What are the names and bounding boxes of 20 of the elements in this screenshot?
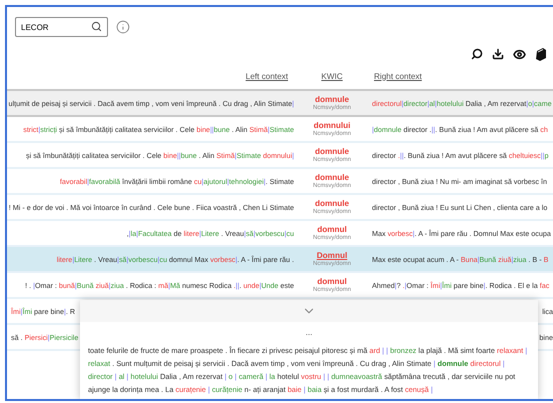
keyword: domnul — [317, 276, 347, 286]
search-icon — [91, 21, 102, 32]
keyword: domnule — [314, 146, 350, 156]
keyword: domnule — [314, 94, 350, 104]
column-header[interactable]: KWIC — [321, 72, 343, 80]
ellipsis[interactable]: ... — [306, 328, 312, 337]
column-header[interactable]: Right context — [374, 72, 422, 80]
eye-button[interactable] — [513, 48, 526, 60]
keyword: domnului — [314, 120, 350, 130]
download-button[interactable] — [492, 48, 504, 60]
book-button[interactable] — [535, 48, 547, 60]
book-icon — [535, 48, 547, 60]
search-button[interactable] — [471, 48, 483, 60]
search-field[interactable]: LECOR — [15, 17, 108, 37]
info-icon[interactable] — [116, 20, 130, 34]
keyword: domnule — [314, 172, 350, 182]
keyword: domnule — [314, 198, 350, 208]
keyword: Domnul — [316, 250, 348, 260]
column-header[interactable]: Left context — [246, 72, 288, 80]
keyword: domnul — [317, 224, 347, 234]
